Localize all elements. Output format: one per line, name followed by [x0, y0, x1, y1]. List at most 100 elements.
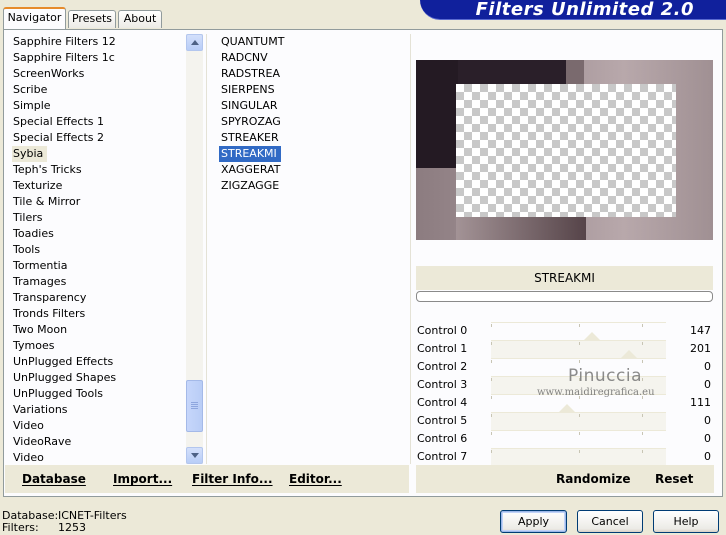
header-banner: Filters Unlimited 2.0 — [420, 0, 726, 20]
filter-item[interactable]: QUANTUMT — [219, 34, 405, 50]
filter-item[interactable]: STREAKER — [219, 130, 405, 146]
category-item-label: Sapphire Filters 1c — [13, 51, 115, 64]
category-item[interactable]: VideoRave — [8, 434, 186, 450]
category-item-label: Transparency — [13, 291, 87, 304]
category-item-label: Tilers — [13, 211, 43, 224]
category-item[interactable]: Tronds Filters — [8, 306, 186, 322]
category-item[interactable]: ScreenWorks — [8, 66, 186, 82]
category-item[interactable]: Simple — [8, 98, 186, 114]
import-button[interactable]: Import... — [113, 472, 172, 486]
category-item[interactable]: Special Effects 1 — [8, 114, 186, 130]
category-item[interactable]: Sapphire Filters 1c — [8, 50, 186, 66]
category-item[interactable]: Transparency — [8, 290, 186, 306]
category-item[interactable]: Texturize — [8, 178, 186, 194]
control-row: Control 2 0 — [416, 358, 714, 376]
category-item[interactable]: Video — [8, 418, 186, 434]
category-item[interactable]: UnPlugged Effects — [8, 354, 186, 370]
filter-info-button[interactable]: Filter Info... — [192, 472, 273, 486]
category-item[interactable]: Tormentia — [8, 258, 186, 274]
control-row: Control 7 0 — [416, 448, 714, 466]
cancel-button[interactable]: Cancel — [577, 510, 643, 533]
category-item[interactable]: Scribe — [8, 82, 186, 98]
control-slider[interactable] — [491, 430, 666, 448]
category-item-label: Two Moon — [13, 323, 68, 336]
control-slider[interactable] — [491, 322, 666, 340]
category-item[interactable]: Tramages — [8, 274, 186, 290]
filter-item[interactable]: XAGGERAT — [219, 162, 405, 178]
category-item[interactable]: UnPlugged Shapes — [8, 370, 186, 386]
control-value: 0 — [704, 432, 711, 445]
filter-item[interactable]: RADSTREA — [219, 66, 405, 82]
editor-button[interactable]: Editor... — [289, 472, 342, 486]
category-item-label: ScreenWorks — [13, 67, 85, 80]
category-item[interactable]: Two Moon — [8, 322, 186, 338]
control-value: 0 — [704, 450, 711, 463]
category-item[interactable]: Sybia — [8, 146, 186, 162]
transparency-checkerboard — [456, 84, 676, 217]
slider-thumb[interactable] — [584, 332, 600, 340]
slider-thumb[interactable] — [621, 350, 637, 358]
scroll-down-button[interactable] — [186, 447, 203, 464]
slider-thumb[interactable] — [559, 404, 575, 412]
control-value: 0 — [704, 414, 711, 427]
status-filters: Filters: 1253 — [2, 521, 86, 534]
category-item-label: Teph's Tricks — [13, 163, 82, 176]
category-item-label: VideoRave — [13, 435, 72, 448]
filter-item[interactable]: STREAKMI — [219, 146, 281, 162]
category-item[interactable]: Tilers — [8, 210, 186, 226]
apply-button[interactable]: Apply — [500, 510, 567, 533]
control-value: 111 — [690, 396, 711, 409]
category-item-label: Video — [13, 419, 44, 432]
filter-item[interactable]: ZIGZAGGE — [219, 178, 405, 194]
category-item[interactable]: Tymoes — [8, 338, 186, 354]
category-item-label: Sapphire Filters 12 — [13, 35, 116, 48]
filter-item[interactable]: SPYROZAG — [219, 114, 405, 130]
filter-list[interactable]: QUANTUMT RADCNV RADSTREA SIERPENS SINGULAR SP… — [219, 34, 405, 466]
tab-presets[interactable]: Presets — [68, 10, 116, 28]
category-item-label: Variations — [13, 403, 68, 416]
category-item-label: UnPlugged Shapes — [13, 371, 117, 384]
banner-title: Filters Unlimited 2.0 — [475, 0, 694, 20]
category-scrollbar[interactable] — [186, 34, 203, 464]
tab-about[interactable]: About — [118, 10, 162, 28]
status-filters-label: Filters: — [2, 521, 39, 534]
category-item-label: Simple — [13, 99, 51, 112]
category-item[interactable]: Toadies — [8, 226, 186, 242]
category-item-label: UnPlugged Effects — [13, 355, 114, 368]
randomize-button[interactable]: Randomize — [556, 472, 630, 486]
category-item[interactable]: Tile & Mirror — [8, 194, 186, 210]
category-item[interactable]: Video — [8, 450, 186, 466]
scroll-up-button[interactable] — [186, 34, 203, 51]
control-slider[interactable] — [491, 412, 666, 430]
database-button[interactable]: Database — [22, 472, 86, 486]
list-divider — [410, 34, 412, 464]
filter-item[interactable]: RADCNV — [219, 50, 405, 66]
right-action-bar: Randomize Reset — [416, 465, 714, 493]
category-item[interactable]: UnPlugged Tools — [8, 386, 186, 402]
category-item[interactable]: Sapphire Filters 12 — [8, 34, 186, 50]
category-item[interactable]: Teph's Tricks — [8, 162, 186, 178]
control-label: Control 5 — [417, 414, 468, 427]
control-label: Control 4 — [417, 396, 468, 409]
category-list[interactable]: Sapphire Filters 12 Sapphire Filters 1c Sc… — [8, 34, 186, 466]
left-action-bar: Database Import... Filter Info... Editor… — [5, 465, 409, 493]
category-item[interactable]: Tools — [8, 242, 186, 258]
tab-navigator[interactable]: Navigator — [3, 7, 66, 29]
category-item[interactable]: Variations — [8, 402, 186, 418]
control-label: Control 3 — [417, 378, 468, 391]
scroll-thumb[interactable] — [186, 380, 203, 432]
help-button[interactable]: Help — [653, 510, 719, 533]
control-slider[interactable] — [491, 448, 666, 466]
filter-item[interactable]: SIERPENS — [219, 82, 405, 98]
category-item-label: Tile & Mirror — [13, 195, 81, 208]
chevron-down-icon — [191, 453, 199, 458]
category-item[interactable]: Special Effects 2 — [8, 130, 186, 146]
category-item-label: Tormentia — [13, 259, 68, 272]
control-value: 147 — [690, 324, 711, 337]
reset-button[interactable]: Reset — [655, 472, 693, 486]
category-item-label: Toadies — [13, 227, 54, 240]
category-item-label: Tramages — [13, 275, 67, 288]
category-item-label: Special Effects 1 — [13, 115, 105, 128]
filter-item[interactable]: SINGULAR — [219, 98, 405, 114]
control-slider[interactable] — [491, 340, 666, 358]
